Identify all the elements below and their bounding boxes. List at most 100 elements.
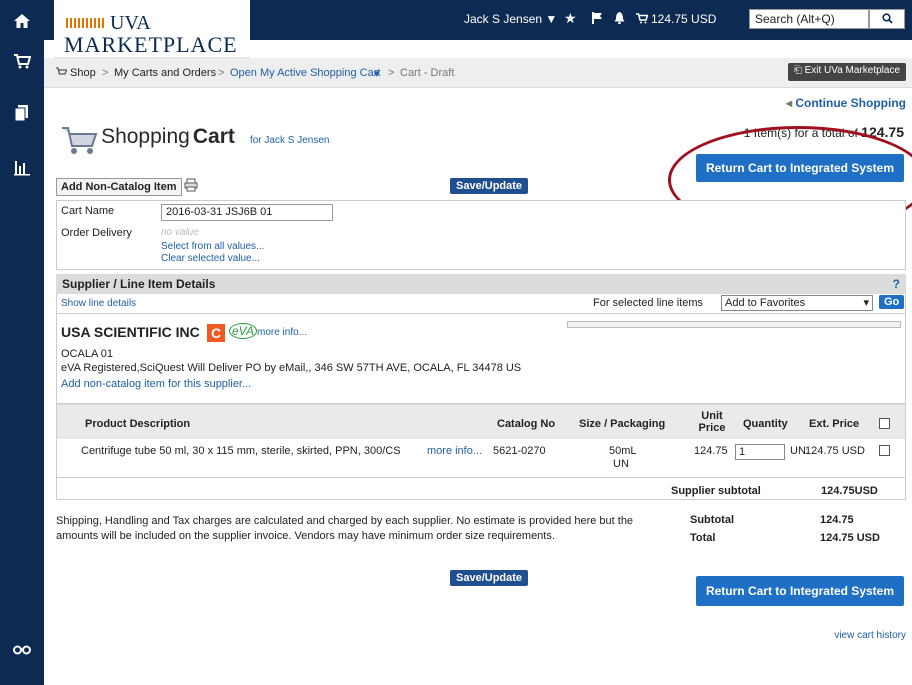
item-packaging: UN xyxy=(613,458,629,470)
logo-marketplace-text: MARKETPLACE xyxy=(64,32,238,57)
line-action-selected: Add to Favorites xyxy=(725,297,806,309)
breadcrumb-carts-orders[interactable]: My Carts and Orders xyxy=(114,67,216,79)
cart-owner: for Jack S Jensen xyxy=(249,134,330,146)
col-catalog-no: Catalog No xyxy=(497,418,556,430)
bell-icon[interactable] xyxy=(614,12,625,27)
supplier-more-info-link[interactable]: more info... xyxy=(257,327,307,338)
user-menu[interactable]: Jack S Jensen ▼ xyxy=(464,12,557,26)
supplier-section-header: Supplier / Line Item Details ? xyxy=(56,274,906,294)
item-checkbox[interactable] xyxy=(879,445,890,456)
supplier-address: eVA Registered,SciQuest Will Deliver PO … xyxy=(61,362,522,374)
eva-badge-icon: eVA xyxy=(229,323,258,339)
breadcrumb: Shop > My Carts and Orders > Open My Act… xyxy=(44,58,912,88)
exit-marketplace-button[interactable]: ⎗ Exit UVa Marketplace xyxy=(787,63,906,81)
for-selected-label: For selected line items xyxy=(593,297,704,309)
search-icon[interactable] xyxy=(869,9,905,29)
add-supplier-item-link[interactable]: Add non-catalog item for this supplier..… xyxy=(61,378,251,390)
cart-name-input[interactable]: 2016-03-31 JSJ6B 01 xyxy=(161,204,333,221)
supplier-subtotal-value: 124.75USD xyxy=(821,485,878,497)
supplier-block: USA SCIENTIFIC INC C eVA more info... OC… xyxy=(56,314,906,404)
supplier-subtotal-label: Supplier subtotal xyxy=(671,485,761,497)
return-cart-button-bottom[interactable]: Return Cart to Integrated System xyxy=(696,576,904,606)
main-content: ◂ Continue Shopping Shopping Cart for Ja… xyxy=(44,88,912,685)
col-size-packaging: Size / Packaging xyxy=(579,418,666,430)
line-items-header: Product Description Catalog No Size / Pa… xyxy=(57,405,905,439)
shopping-cart-icon xyxy=(62,127,98,154)
supplier-name[interactable]: USA SCIENTIFIC INC xyxy=(61,324,200,340)
subtotal-label: Subtotal xyxy=(690,514,734,526)
item-unit: UN xyxy=(790,445,806,457)
exit-icon: ⎗ xyxy=(793,65,805,76)
back-circle-icon: ◂ xyxy=(785,96,796,110)
select-all-checkbox[interactable] xyxy=(879,418,890,429)
clear-selected-value-link[interactable]: Clear selected value... xyxy=(161,253,260,264)
total-value: 124.75 USD xyxy=(820,532,880,544)
exit-label: Exit UVa Marketplace xyxy=(804,65,900,76)
item-catalog-no: 5621-0270 xyxy=(493,445,546,457)
line-action-select[interactable]: Add to Favorites ▾ xyxy=(721,295,873,311)
breadcrumb-separator: > xyxy=(102,67,109,79)
heading-shopping: Shopping xyxy=(101,124,190,148)
uva-marketplace-logo[interactable]: UVA MARKETPLACE xyxy=(54,0,250,58)
home-icon[interactable] xyxy=(0,12,44,35)
contract-badge-icon: C xyxy=(207,324,225,342)
subtotal-value: 124.75 xyxy=(820,514,854,526)
breadcrumb-separator: > xyxy=(218,67,225,79)
order-delivery-value: no value xyxy=(161,227,199,238)
left-nav xyxy=(0,0,44,685)
item-more-info-link[interactable]: more info... xyxy=(427,445,482,457)
line-actions-bar: Show line details For selected line item… xyxy=(56,294,906,314)
col-ext-price: Ext. Price xyxy=(809,418,860,430)
star-icon[interactable]: ★ xyxy=(564,10,577,27)
go-button[interactable]: Go xyxy=(879,295,905,309)
shipping-note: Shipping, Handling and Tax charges are c… xyxy=(56,515,634,542)
supplier-location: OCALA 01 xyxy=(61,348,113,360)
line-items-table: Product Description Catalog No Size / Pa… xyxy=(56,404,906,500)
flag-icon[interactable] xyxy=(592,12,603,27)
col-unit-price: Unit Price xyxy=(698,410,726,434)
shopping-cart-heading: Shopping Cart for Jack S Jensen xyxy=(60,124,329,156)
reports-icon[interactable] xyxy=(0,158,44,181)
add-non-catalog-button[interactable]: Add Non-Catalog Item xyxy=(56,178,182,196)
divider xyxy=(57,477,905,478)
breadcrumb-active-cart[interactable]: Open My Active Shopping Cart xyxy=(230,67,380,79)
heading-cart: Cart xyxy=(192,124,235,148)
binoculars-icon[interactable] xyxy=(0,640,44,661)
save-update-button-bottom[interactable]: Save/Update xyxy=(450,570,529,586)
item-unit-price: 124.75 xyxy=(694,445,728,457)
chevron-down-icon[interactable]: ▾ xyxy=(374,67,380,80)
order-delivery-label: Order Delivery xyxy=(61,227,132,239)
header-cart-total[interactable]: 124.75 USD xyxy=(651,12,716,26)
search-input[interactable]: Search (Alt+Q) xyxy=(749,9,869,29)
help-icon[interactable]: ? xyxy=(893,277,900,291)
show-line-details-link[interactable]: Show line details xyxy=(61,298,136,309)
totals-block: Shipping, Handling and Tax charges are c… xyxy=(56,508,906,556)
col-quantity: Quantity xyxy=(743,418,788,430)
table-row: Centrifuge tube 50 ml, 30 x 115 mm, ster… xyxy=(57,441,905,477)
chevron-down-icon: ▾ xyxy=(863,297,869,309)
item-description: Centrifuge tube 50 ml, 30 x 115 mm, ster… xyxy=(81,445,401,457)
breadcrumb-separator: > xyxy=(388,67,395,79)
header-cart-icon[interactable] xyxy=(636,12,649,27)
save-update-button-top[interactable]: Save/Update xyxy=(450,178,529,194)
breadcrumb-cart-draft: Cart - Draft xyxy=(400,67,455,79)
continue-shopping-label: Continue Shopping xyxy=(795,96,906,110)
breadcrumb-shop-icon xyxy=(56,67,68,80)
view-cart-history-link[interactable]: view cart history xyxy=(834,630,906,641)
col-product-description: Product Description xyxy=(85,418,191,430)
item-size: 50mL xyxy=(609,445,637,457)
quantity-input[interactable]: 1 xyxy=(735,444,785,460)
cart-name-label: Cart Name xyxy=(61,205,115,217)
continue-shopping-link[interactable]: ◂ Continue Shopping xyxy=(786,96,906,110)
item-ext-price: 124.75 USD xyxy=(805,445,865,457)
cart-info-panel: Cart Name 2016-03-31 JSJ6B 01 Order Deli… xyxy=(56,200,906,270)
select-all-values-link[interactable]: Select from all values... xyxy=(161,241,264,252)
total-label: Total xyxy=(690,532,716,544)
cart-icon[interactable] xyxy=(0,52,44,75)
supplier-section-title: Supplier / Line Item Details xyxy=(62,277,216,291)
documents-icon[interactable] xyxy=(0,104,44,127)
print-icon[interactable] xyxy=(184,178,198,195)
supplier-progress-bar xyxy=(567,321,901,328)
breadcrumb-shop[interactable]: Shop xyxy=(70,67,96,79)
logo-stripes xyxy=(66,18,106,28)
